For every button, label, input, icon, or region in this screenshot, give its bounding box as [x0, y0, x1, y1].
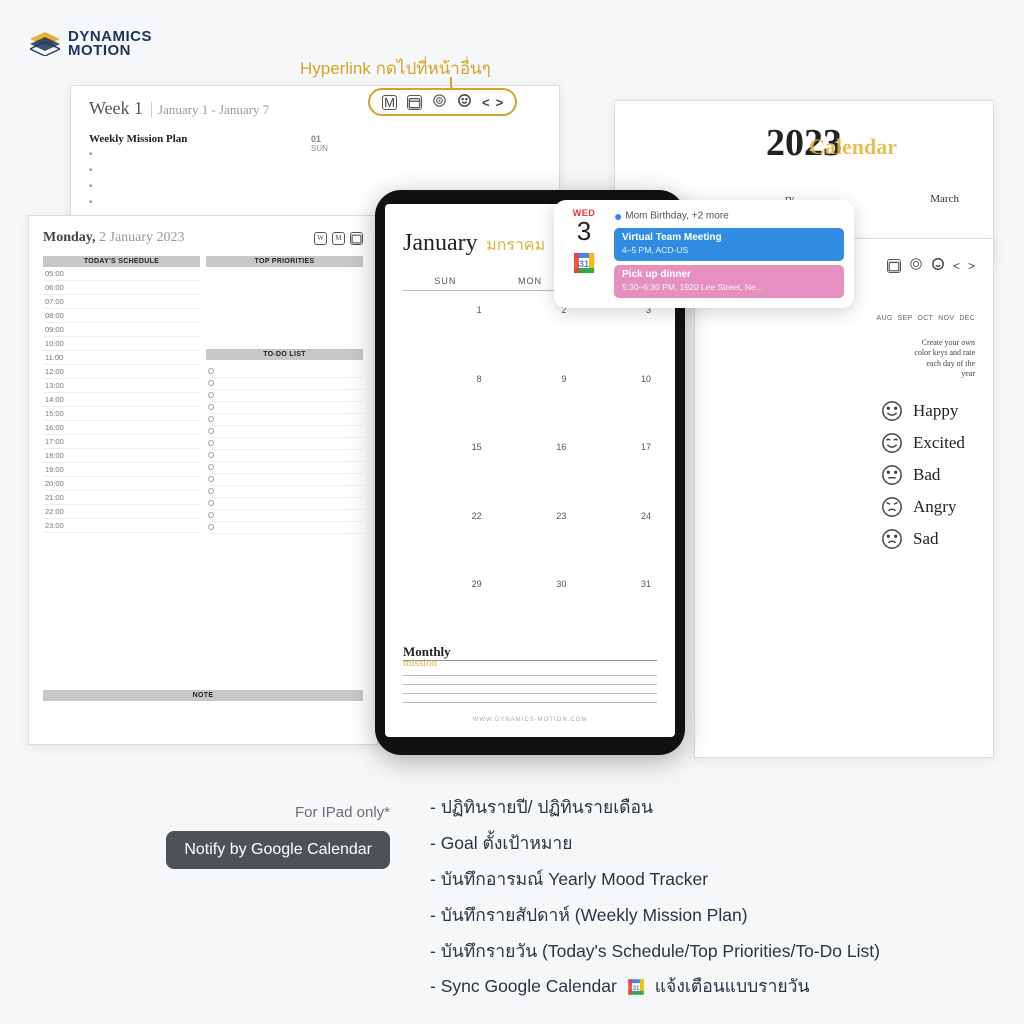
- mood-link-icon[interactable]: [457, 93, 472, 111]
- mood-months: AUGSEPOCTNOVDEC: [713, 315, 975, 322]
- month-name-th: มกราคม: [486, 237, 545, 254]
- google-calendar-icon: 31: [571, 250, 597, 276]
- note-heading: NOTE: [43, 690, 363, 701]
- goal-icon[interactable]: [909, 257, 923, 274]
- brand-line2: MOTION: [68, 44, 152, 58]
- footer-url: WWW.DYNAMICS-MOTION.COM: [403, 717, 657, 723]
- year-script: Calendar: [809, 134, 897, 160]
- gcal-allday: ● Mom Birthday, +2 more: [614, 208, 844, 224]
- feature-item: - บันทึกอารมณ์ Yearly Mood Tracker: [430, 862, 984, 898]
- priorities-heading: TOP PRIORITIES: [206, 256, 363, 267]
- todo-heading: TO-DO LIST: [206, 349, 363, 360]
- calendar-link-icon[interactable]: [407, 95, 422, 110]
- month-name-en: January: [403, 230, 478, 256]
- hyperlink-toolbar: M < >: [368, 88, 517, 116]
- week-link-icon[interactable]: W: [314, 232, 327, 245]
- prev-arrow[interactable]: <: [482, 95, 490, 110]
- google-calendar-widget: WED 3 31 ● Mom Birthday, +2 more Virtual…: [554, 200, 854, 308]
- brand-logo: DYNAMICS MOTION: [30, 30, 152, 59]
- next-arrow[interactable]: >: [496, 95, 504, 110]
- feature-item: - บันทึกรายสัปดาห์ (Weekly Mission Plan): [430, 898, 984, 934]
- schedule-hours: 05:0006:0007:0008:0009:0010:0011:0012:00…: [43, 267, 200, 533]
- mood-tracker-page: < > r AUGSEPOCTNOVDEC Create your owncol…: [694, 238, 994, 758]
- ipad-only-note: For IPad only*: [80, 804, 390, 821]
- mood-next[interactable]: >: [968, 259, 975, 273]
- daily-dow: Monday,: [43, 230, 96, 245]
- week-day-column: 01 SUN: [311, 134, 541, 153]
- calendar-icon[interactable]: [887, 259, 901, 273]
- daily-date: 2 January 2023: [99, 230, 185, 245]
- svg-text:31: 31: [579, 259, 589, 269]
- gcal-events: Virtual Team Meeting4–5 PM, ACD-USPick u…: [614, 228, 844, 298]
- feature-item-sync: - Sync Google Calendar 31 แจ้งเตือนแบบรา…: [430, 969, 984, 1005]
- features-list: - ปฏิทินรายปี/ ปฏิทินรายเดือน - Goal ตั้…: [430, 790, 984, 1005]
- month-link-icon[interactable]: M: [382, 95, 397, 110]
- feature-item: - บันทึกรายวัน (Today's Schedule/Top Pri…: [430, 934, 984, 970]
- bottom-section: For IPad only* Notify by Google Calendar…: [0, 790, 1024, 1005]
- google-calendar-icon: 31: [626, 977, 646, 997]
- month-link-icon-2[interactable]: M: [332, 232, 345, 245]
- mood-prev[interactable]: <: [953, 259, 960, 273]
- feature-item: - ปฏิทินรายปี/ ปฏิทินรายเดือน: [430, 790, 984, 826]
- week-number: Week 1: [89, 98, 143, 119]
- svg-text:31: 31: [632, 985, 639, 992]
- mood-legend: HappyExcitedBadAngrySad: [713, 400, 975, 550]
- goal-link-icon[interactable]: [432, 93, 447, 111]
- mood-hint: Create your owncolor keys and rateeach d…: [713, 338, 975, 380]
- calendar-link-icon-2[interactable]: [350, 232, 363, 245]
- smile-icon[interactable]: [931, 257, 945, 274]
- todo-list: OOOOOOOOOOOOOO: [206, 366, 363, 534]
- gcal-day: 3: [564, 218, 604, 244]
- daily-plan-page: Monday, 2 January 2023 W M TODAY'S SCHED…: [28, 215, 378, 745]
- logo-icon: [30, 32, 60, 56]
- schedule-heading: TODAY'S SCHEDULE: [43, 256, 200, 267]
- feature-item: - Goal ตั้งเป้าหมาย: [430, 826, 984, 862]
- week-date-range: January 1 - January 7: [151, 102, 269, 118]
- month-grid: 1238910151617222324293031: [403, 301, 657, 644]
- notify-badge: Notify by Google Calendar: [166, 831, 390, 869]
